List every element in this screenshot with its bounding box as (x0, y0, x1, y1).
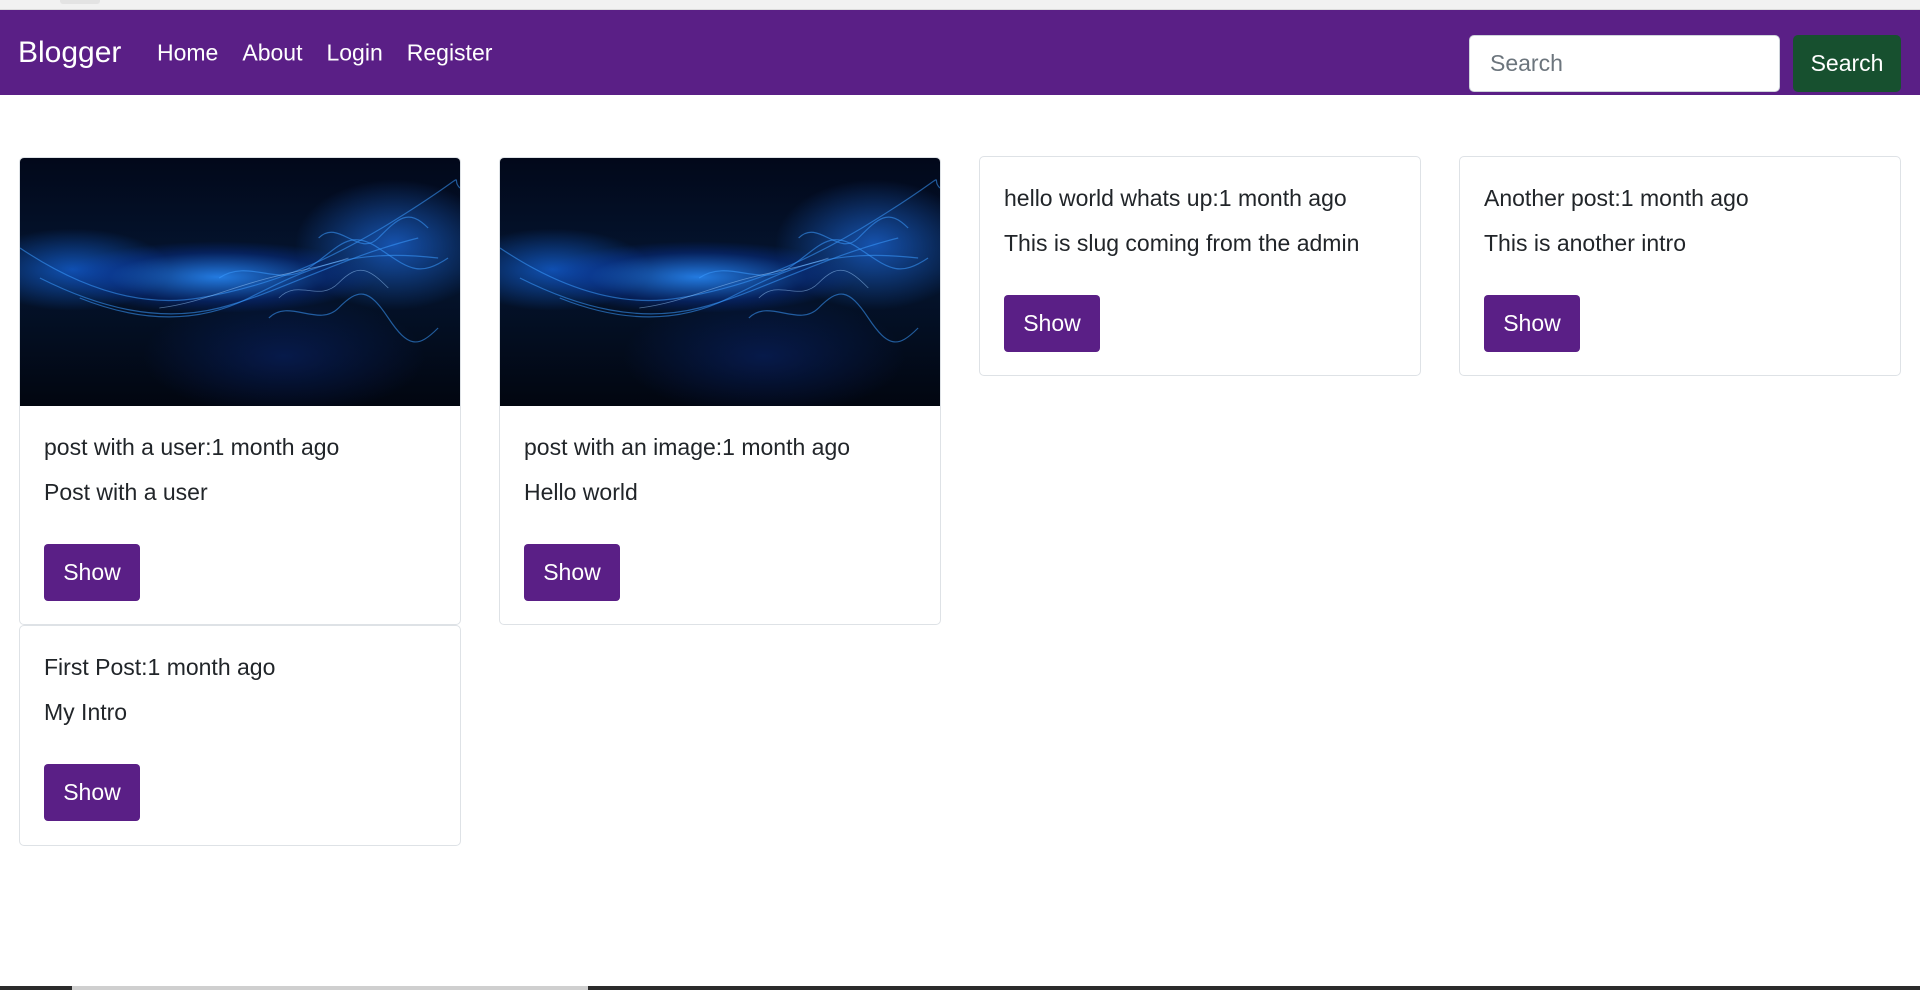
post-title: post with an image:1 month ago (524, 434, 851, 460)
post-card: First Post:1 month ago My Intro Show (19, 625, 461, 846)
post-image (500, 158, 940, 406)
post-title: Another post:1 month ago (1484, 185, 1749, 211)
post-card-body: Another post:1 month ago This is another… (1460, 157, 1900, 375)
browser-tab-nub (60, 0, 100, 4)
post-card: post with an image:1 month ago Hello wor… (499, 157, 941, 625)
show-button[interactable]: Show (44, 544, 140, 602)
post-intro: My Intro (44, 698, 128, 725)
show-button[interactable]: Show (44, 764, 140, 822)
search-button[interactable]: Search (1793, 35, 1901, 92)
post-intro: Hello world (524, 478, 638, 505)
nav-links: Home About Login Register (157, 39, 516, 66)
post-card-body: hello world whats up:1 month ago This is… (980, 157, 1420, 375)
show-button[interactable]: Show (1484, 295, 1580, 353)
post-intro: This is another intro (1484, 229, 1686, 256)
taskbar-segment (0, 986, 72, 990)
post-intro: Post with a user (44, 478, 208, 505)
post-card: Another post:1 month ago This is another… (1459, 156, 1901, 376)
post-card-body: First Post:1 month ago My Intro Show (20, 626, 460, 845)
nav-link-home[interactable]: Home (157, 39, 218, 66)
nav-link-login[interactable]: Login (326, 39, 382, 66)
post-card-body: post with an image:1 month ago Hello wor… (500, 406, 940, 624)
post-card: post with a user:1 month ago Post with a… (19, 157, 461, 625)
show-button[interactable]: Show (524, 544, 620, 602)
show-button[interactable]: Show (1004, 295, 1100, 353)
post-title: post with a user:1 month ago (44, 434, 340, 460)
post-image (20, 158, 460, 406)
post-intro: This is slug coming from the admin (1004, 229, 1360, 256)
browser-top-strip (0, 0, 1920, 10)
taskbar-strip (0, 986, 1920, 990)
post-title: hello world whats up:1 month ago (1004, 185, 1347, 211)
nav-link-about[interactable]: About (242, 39, 302, 66)
search-input[interactable] (1469, 35, 1780, 92)
post-card-body: post with a user:1 month ago Post with a… (20, 406, 460, 624)
navbar: Blogger Home About Login Register Search (0, 10, 1920, 95)
taskbar-segment (588, 986, 1184, 990)
post-card: hello world whats up:1 month ago This is… (979, 156, 1421, 376)
brand-link[interactable]: Blogger (18, 36, 121, 70)
post-title: First Post:1 month ago (44, 654, 276, 680)
nav-link-register[interactable]: Register (407, 39, 493, 66)
taskbar-segment (1184, 986, 1920, 990)
